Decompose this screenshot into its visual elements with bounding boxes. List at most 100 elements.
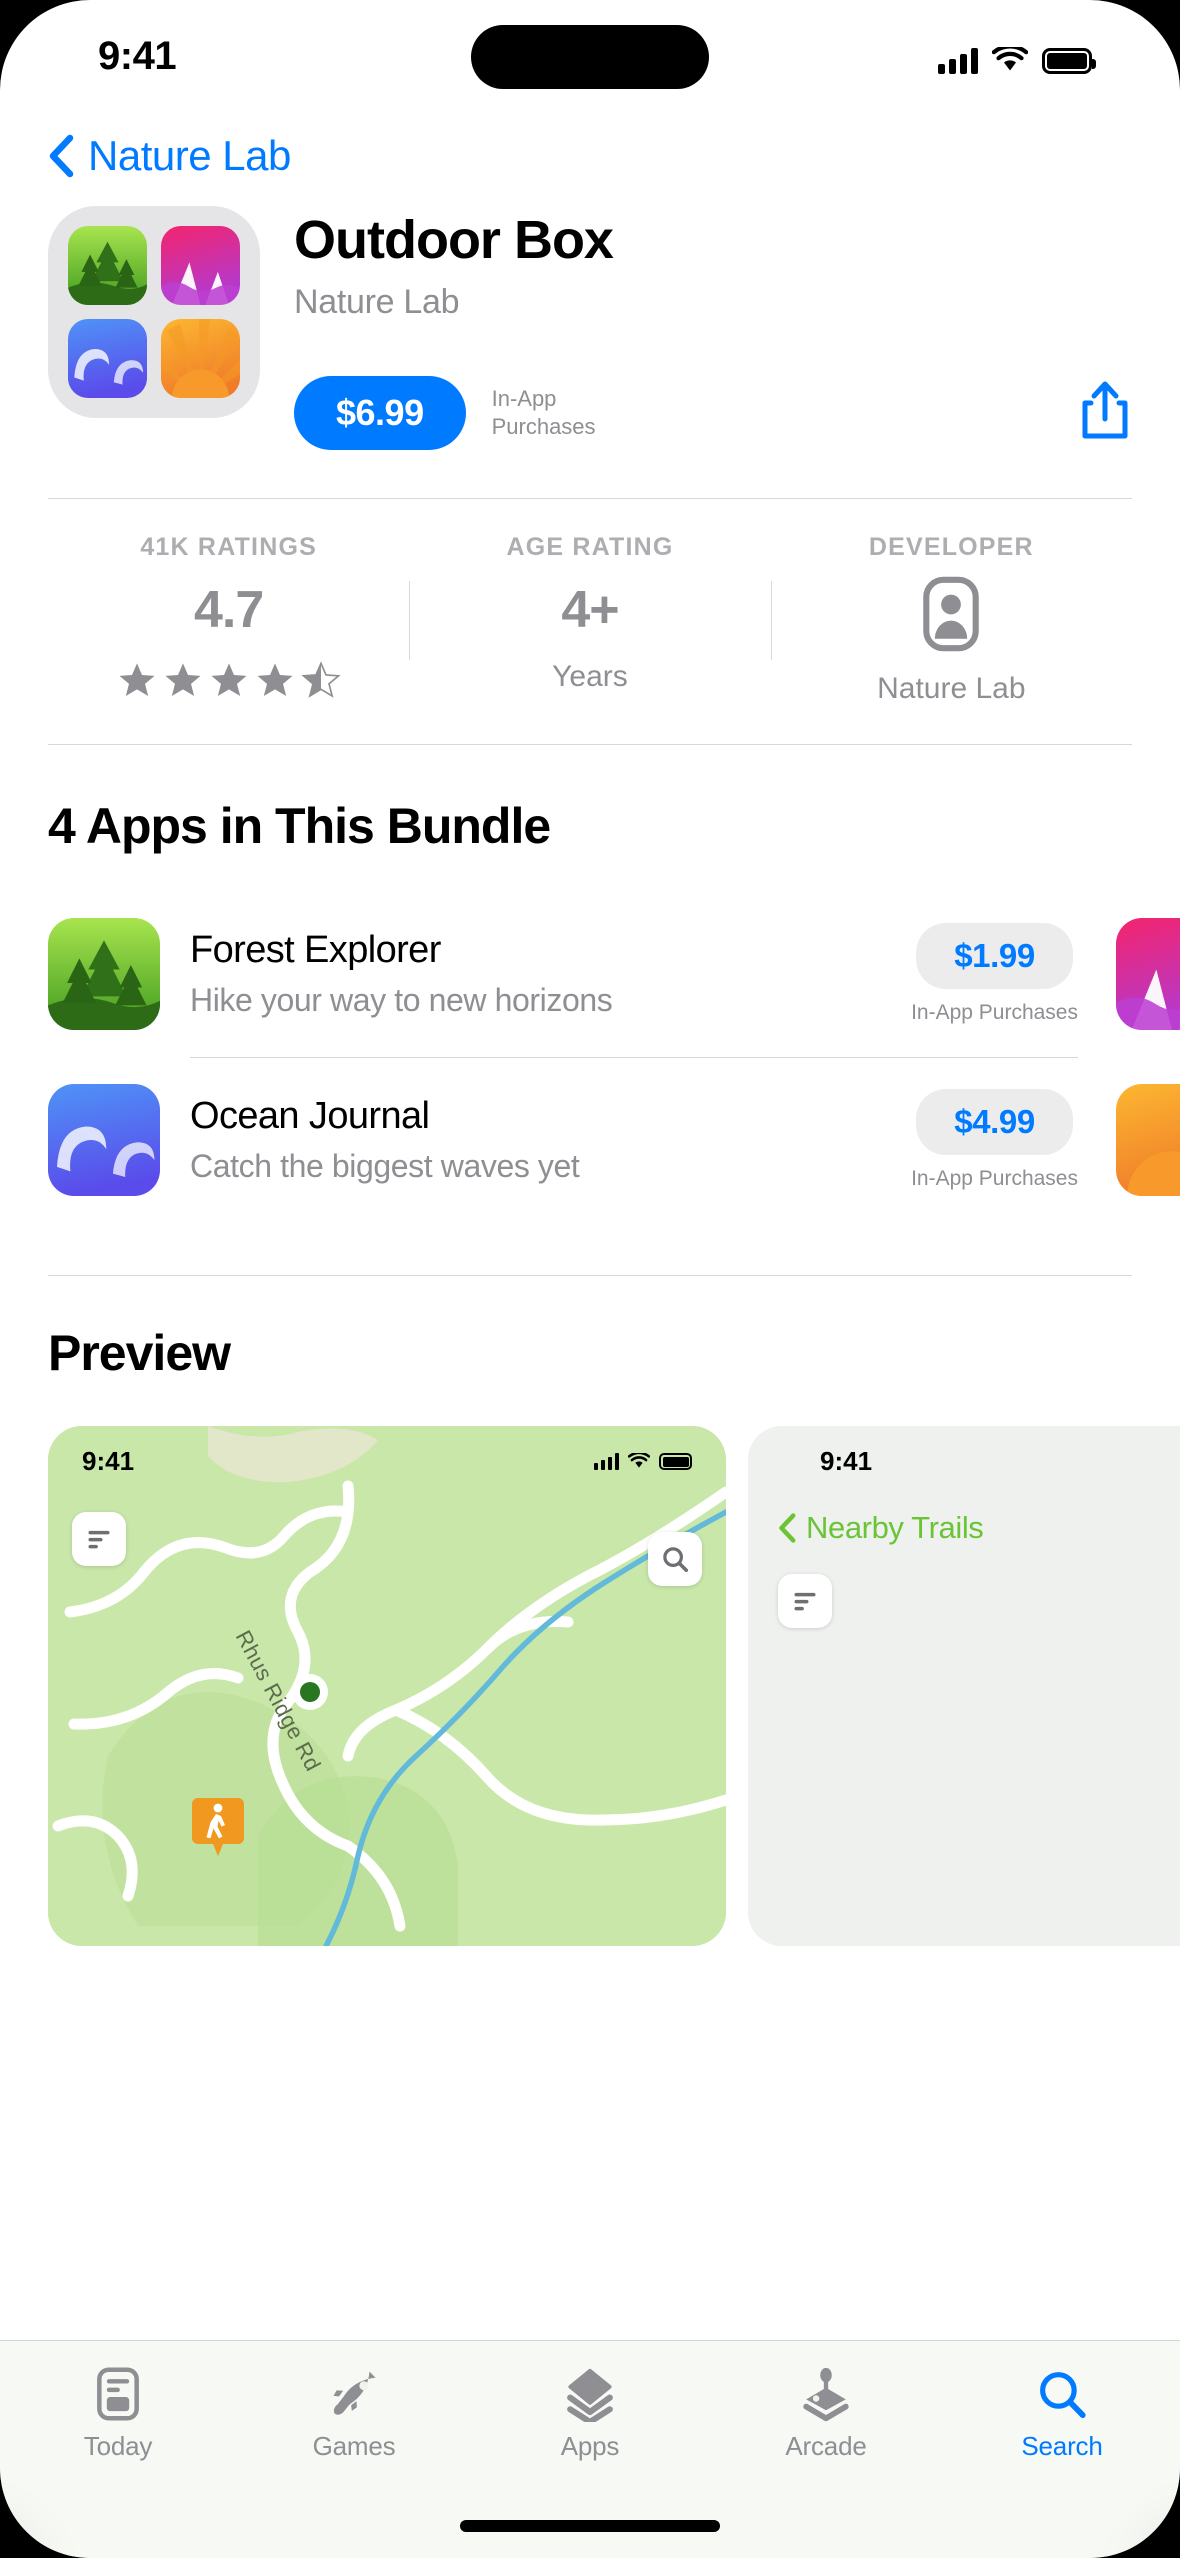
stat-value: 4+ <box>409 580 770 640</box>
star-half-icon <box>300 660 342 700</box>
sunrise-icon <box>1116 1084 1180 1196</box>
star-rating <box>48 660 409 700</box>
map-list-button[interactable] <box>778 1574 832 1628</box>
app-name: Forest Explorer <box>190 929 891 972</box>
tab-search[interactable]: Search <box>944 2365 1180 2462</box>
forest-icon <box>48 918 160 1030</box>
app-stats: 41K RATINGS 4.7 AGE RATING 4+ Years DEVE… <box>0 499 1180 744</box>
mountain-icon <box>1116 918 1180 1030</box>
preview-time: 9:41 <box>82 1446 134 1477</box>
list-item-purchase: $1.99 In-App Purchases <box>911 923 1078 1025</box>
stat-sub: Nature Lab <box>771 672 1132 706</box>
ocean-waves-icon <box>68 319 147 398</box>
preview-back-label: Nearby Trails <box>806 1510 983 1546</box>
cellular-bars-icon <box>594 1453 620 1470</box>
app-iap-note: In-App Purchases <box>911 1167 1078 1191</box>
tab-apps[interactable]: Apps <box>472 2365 708 2462</box>
list-item-body: Forest Explorer Hike your way to new hor… <box>190 891 1078 1057</box>
forest-icon <box>68 226 147 305</box>
magnifier-icon <box>660 1544 690 1574</box>
phone-screen: 9:41 Nature Lab <box>0 0 1180 2558</box>
bundle-icon-grid[interactable] <box>48 206 260 418</box>
list-item-text: Ocean Journal Catch the biggest waves ye… <box>190 1095 891 1185</box>
mountain-icon <box>161 226 240 305</box>
bundle-section: 4 Apps in This Bundle <box>0 797 1180 1223</box>
back-button[interactable]: Nature Lab <box>0 112 1180 206</box>
stat-age-rating: AGE RATING 4+ Years <box>409 533 770 706</box>
tab-label: Apps <box>472 2431 708 2462</box>
status-bar-time: 9:41 <box>98 34 176 79</box>
tab-today[interactable]: Today <box>0 2365 236 2462</box>
star-filled-icon <box>116 660 158 700</box>
status-bar-indicators <box>938 38 1092 74</box>
map-search-button[interactable] <box>648 1532 702 1586</box>
tab-arcade[interactable]: Arcade <box>708 2365 944 2462</box>
list-item-body: Ocean Journal Catch the biggest waves ye… <box>190 1057 1078 1223</box>
status-bar: 9:41 <box>0 0 1180 112</box>
battery-full-icon <box>1042 48 1092 74</box>
iap-line-2: Purchases <box>492 413 596 441</box>
dynamic-island <box>471 25 709 89</box>
tab-label: Search <box>944 2431 1180 2462</box>
app-price-button[interactable]: $4.99 <box>916 1089 1073 1155</box>
divider <box>48 744 1132 745</box>
stat-sub: Years <box>409 660 770 694</box>
person-card-icon <box>771 576 1132 652</box>
preview-heading: Preview <box>0 1324 1180 1382</box>
wifi-icon <box>628 1453 650 1470</box>
star-filled-icon <box>254 660 296 700</box>
map-list-button[interactable] <box>72 1512 126 1566</box>
star-filled-icon <box>162 660 204 700</box>
app-subtitle: Hike your way to new horizons <box>190 982 891 1019</box>
walking-person-pin-icon[interactable] <box>190 1796 246 1863</box>
preview-status-indicators <box>594 1453 693 1470</box>
app-price-button[interactable]: $1.99 <box>916 923 1073 989</box>
home-indicator[interactable] <box>460 2520 720 2532</box>
stat-developer: DEVELOPER Nature Lab <box>771 533 1132 706</box>
cellular-bars-icon <box>938 48 978 74</box>
joystick-icon <box>708 2365 944 2423</box>
app-subtitle: Catch the biggest waves yet <box>190 1148 891 1185</box>
app-header: Outdoor Box Nature Lab $6.99 In-App Purc… <box>0 206 1180 450</box>
app-iap-note: In-App Purchases <box>911 1001 1078 1025</box>
back-button-label: Nature Lab <box>88 132 291 180</box>
sunrise-icon <box>161 319 240 398</box>
list-item[interactable]: Forest Explorer Hike your way to new hor… <box>48 891 1180 1057</box>
bundle-app-list: Forest Explorer Hike your way to new hor… <box>0 891 1180 1223</box>
preview-carousel[interactable]: 9:41 <box>0 1426 1180 1946</box>
app-name: Ocean Journal <box>190 1095 891 1138</box>
app-title: Outdoor Box <box>294 212 1132 269</box>
nearby-trails-screenshot[interactable]: 9:41 Nearby Trails <box>748 1426 1180 1946</box>
app-developer: Nature Lab <box>294 283 1132 322</box>
stat-label: AGE RATING <box>409 533 770 562</box>
trail-map-screenshot[interactable]: 9:41 <box>48 1426 726 1946</box>
bundle-heading: 4 Apps in This Bundle <box>0 797 1180 855</box>
list-lines-icon <box>791 1587 819 1615</box>
newspaper-icon <box>0 2365 236 2423</box>
preview-back-button[interactable]: Nearby Trails <box>778 1510 983 1546</box>
share-icon <box>1078 379 1132 441</box>
share-button[interactable] <box>1078 379 1132 446</box>
tab-label: Arcade <box>708 2431 944 2462</box>
list-item-text: Forest Explorer Hike your way to new hor… <box>190 929 891 1019</box>
price-button[interactable]: $6.99 <box>294 376 466 450</box>
stacked-layers-icon <box>472 2365 708 2423</box>
stat-ratings: 41K RATINGS 4.7 <box>48 533 409 706</box>
chevron-left-icon <box>778 1512 796 1544</box>
tab-games[interactable]: Games <box>236 2365 472 2462</box>
preview-time: 9:41 <box>820 1446 872 1477</box>
iap-line-1: In-App <box>492 385 596 413</box>
tab-bar: Today Games Ap <box>0 2340 1180 2558</box>
list-item[interactable]: Ocean Journal Catch the biggest waves ye… <box>48 1057 1180 1223</box>
battery-full-icon <box>659 1453 692 1470</box>
divider <box>48 1275 1132 1276</box>
magnifier-icon <box>944 2365 1180 2423</box>
list-item-purchase: $4.99 In-App Purchases <box>911 1089 1078 1191</box>
app-meta: Outdoor Box Nature Lab $6.99 In-App Purc… <box>294 206 1132 450</box>
stat-label: 41K RATINGS <box>48 533 409 562</box>
ocean-waves-icon <box>48 1084 160 1196</box>
tab-label: Today <box>0 2431 236 2462</box>
preview-status-bar: 9:41 <box>48 1444 726 1480</box>
purchase-row: $6.99 In-App Purchases <box>294 376 1132 450</box>
preview-section: Preview <box>0 1324 1180 1946</box>
